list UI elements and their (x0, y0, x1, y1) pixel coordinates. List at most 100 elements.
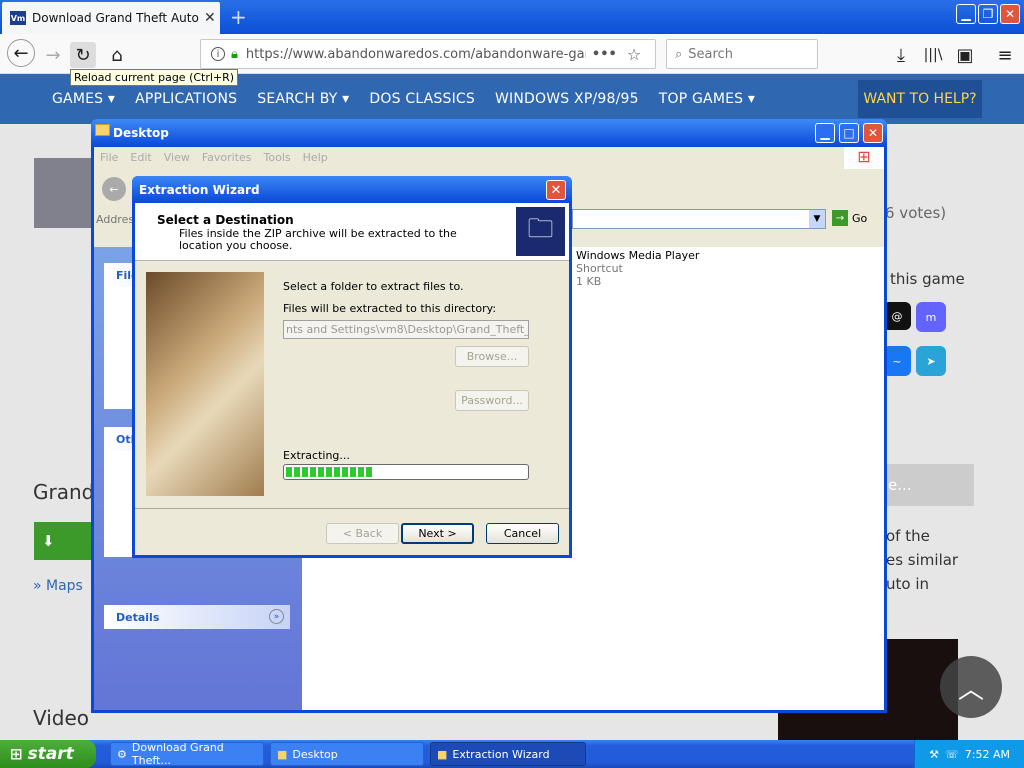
new-tab-icon[interactable]: + (230, 5, 247, 29)
tray-icon[interactable]: ⚒ (929, 748, 939, 761)
downloads-icon[interactable]: ⤓ (888, 42, 914, 68)
go-button[interactable]: → Go (832, 210, 867, 226)
file-item[interactable]: Windows Media Player Shortcut 1 KB (576, 249, 699, 288)
maps-link[interactable]: » Maps (33, 578, 83, 594)
next-button[interactable]: Next > (401, 523, 474, 544)
windows-flag-icon: ⊞ (10, 745, 23, 763)
browser-toolbar: ← → ↻ ⌂ i 🔒︎ https://www.abandonwaredos.… (0, 34, 1024, 74)
info-icon[interactable]: i (211, 47, 225, 61)
cancel-button[interactable]: Cancel (486, 523, 559, 544)
sidebar-icon[interactable]: ▣ (952, 42, 978, 68)
close-tab-icon[interactable]: ✕ (204, 10, 216, 26)
dialog-title-bar[interactable]: Extraction Wizard (132, 176, 572, 203)
password-button[interactable]: Password... (455, 390, 529, 411)
description-line: es similar (886, 551, 959, 569)
folder-icon: ■ (277, 747, 288, 761)
details-box: Details » (104, 605, 290, 629)
menu-file[interactable]: File (100, 151, 118, 164)
address-dropdown-icon[interactable]: ▼ (809, 210, 825, 228)
file-type: Shortcut (576, 262, 623, 275)
votes-text: 6 votes) (885, 204, 947, 222)
forward-icon[interactable]: → (40, 42, 66, 68)
want-to-help-button[interactable]: WANT TO HELP? (858, 80, 982, 118)
directory-field[interactable]: nts and Settings\vm8\Desktop\Grand_Theft… (283, 320, 529, 339)
download-button[interactable]: ⬇ (34, 522, 92, 560)
dialog-heading: Select a Destination (157, 213, 294, 227)
search-icon: ⌕ (675, 46, 683, 62)
browser-tab[interactable]: Vm Download Grand Theft Auto (DOS ✕ (2, 2, 220, 34)
back-icon[interactable]: ← (7, 39, 35, 67)
nav-games[interactable]: GAMES ▾ (52, 91, 115, 107)
more-tab[interactable]: e... (884, 464, 974, 506)
browser-tab-bar: Vm Download Grand Theft Auto (DOS ✕ + ▁ … (0, 0, 1024, 34)
library-icon[interactable]: |||\ (920, 42, 946, 68)
nav-search-by[interactable]: SEARCH BY ▾ (257, 91, 349, 107)
nav-windows[interactable]: WINDOWS XP/98/95 (495, 91, 639, 107)
menu-favorites[interactable]: Favorites (202, 151, 252, 164)
dialog-subheading: Files inside the ZIP archive will be ext… (179, 227, 457, 252)
go-arrow-icon: → (832, 210, 848, 226)
taskbar-item-label: Download Grand Theft... (131, 741, 224, 767)
zip-folder-icon: 🗀 (516, 207, 565, 256)
menu-help[interactable]: Help (303, 151, 328, 164)
threads-icon[interactable]: @ (883, 302, 911, 330)
address-input[interactable]: ▼ (572, 209, 826, 229)
progress-fill (286, 467, 373, 477)
extracting-label: Extracting... (283, 449, 350, 462)
menu-icon[interactable]: ≡ (992, 42, 1018, 68)
page-actions-icon[interactable]: ••• (592, 47, 617, 62)
back-nav-icon[interactable]: ← (102, 177, 126, 201)
telegram-icon[interactable]: ➤ (916, 346, 946, 376)
dialog-close-icon[interactable]: ✕ (546, 180, 566, 200)
explorer-close-icon[interactable]: ✕ (863, 123, 883, 143)
restore-icon[interactable]: ❐ (978, 4, 998, 24)
file-size: 1 KB (576, 275, 602, 288)
explorer-menu-bar: File Edit View Favorites Tools Help (94, 147, 884, 167)
extraction-progress-bar (283, 464, 529, 480)
explorer-minimize-icon[interactable]: ▁ (815, 123, 835, 143)
video-heading: Video (33, 706, 90, 730)
tray-icon[interactable]: ☏ (945, 748, 959, 761)
url-bar[interactable]: i 🔒︎ https://www.abandonwaredos.com/aban… (200, 39, 656, 69)
reload-icon[interactable]: ↻ (70, 42, 96, 68)
reload-tooltip: Reload current page (Ctrl+R) (70, 69, 239, 86)
scroll-top-icon[interactable]: ︿ (940, 656, 1002, 718)
mastodon-icon[interactable]: m (916, 302, 946, 332)
nav-top-games[interactable]: TOP GAMES ▾ (659, 91, 755, 107)
nav-dos-classics[interactable]: DOS CLASSICS (369, 91, 475, 107)
taskbar-item-browser[interactable]: ⚙ Download Grand Theft... (110, 741, 264, 767)
folder-icon (95, 124, 110, 136)
browse-button[interactable]: Browse... (455, 346, 529, 367)
menu-edit[interactable]: Edit (130, 151, 151, 164)
share-text: this game (890, 270, 965, 288)
game-thumbnail[interactable] (34, 158, 92, 228)
messenger-icon[interactable]: ~ (883, 346, 911, 376)
taskbar-item-desktop[interactable]: ■ Desktop (270, 742, 424, 766)
taskbar-item-label: Extraction Wizard (452, 747, 550, 761)
details-header[interactable]: Details (104, 605, 290, 629)
expand-chevron-icon[interactable]: » (269, 609, 284, 624)
tab-title: Download Grand Theft Auto (DOS (32, 11, 200, 25)
explorer-title-bar[interactable]: Desktop (91, 119, 887, 147)
close-window-icon[interactable]: ✕ (1000, 4, 1020, 24)
menu-tools[interactable]: Tools (264, 151, 291, 164)
search-placeholder: Search (688, 46, 733, 62)
bookmark-star-icon[interactable]: ☆ (627, 45, 641, 64)
description-line: of the (886, 527, 930, 545)
back-button[interactable]: < Back (326, 523, 399, 544)
minimize-icon[interactable]: ▁ (956, 4, 976, 24)
home-icon[interactable]: ⌂ (104, 42, 130, 68)
wizard-image (146, 272, 264, 496)
start-button[interactable]: ⊞ start (0, 740, 96, 768)
clock[interactable]: 7:52 AM (965, 748, 1010, 761)
taskbar-item-wizard[interactable]: ■ Extraction Wizard (430, 742, 586, 766)
dialog-title: Extraction Wizard (139, 182, 260, 197)
explorer-title: Desktop (113, 126, 169, 140)
address-label: Addres (96, 213, 135, 226)
search-input[interactable]: ⌕ Search (666, 39, 818, 69)
menu-view[interactable]: View (164, 151, 190, 164)
description-line: uto in (886, 575, 930, 593)
explorer-maximize-icon[interactable]: □ (839, 123, 859, 143)
nav-applications[interactable]: APPLICATIONS (135, 91, 237, 107)
extraction-wizard-dialog: Extraction Wizard ✕ Select a Destination… (132, 176, 572, 558)
